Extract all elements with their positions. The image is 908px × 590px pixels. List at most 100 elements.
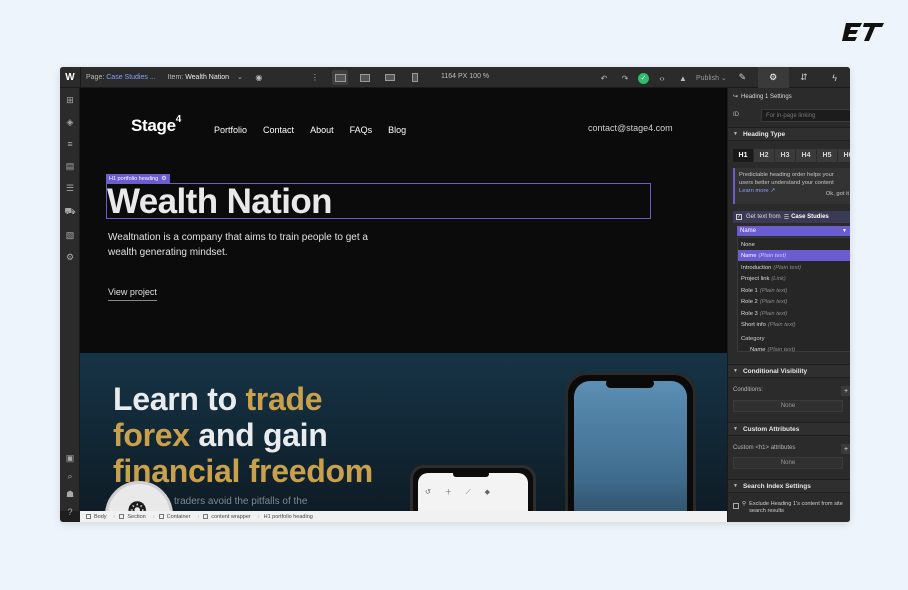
add-panel-icon[interactable]: ⊞ xyxy=(64,94,76,106)
id-field[interactable]: For in-page linking xyxy=(761,109,850,122)
view-project-link[interactable]: View project xyxy=(108,287,157,301)
navigator-icon[interactable]: ≡ xyxy=(64,138,76,150)
field-option[interactable]: Project link (Link) xyxy=(738,273,850,284)
project-preview-section[interactable]: Learn to trade forex and gain financial … xyxy=(80,353,727,511)
checkbox-checked-icon[interactable]: ✓ xyxy=(736,214,742,220)
heading-settings-title: ↪ Heading 1 Settings xyxy=(733,94,792,100)
ok-got-it-button[interactable]: Ok, got it xyxy=(826,190,849,198)
breadcrumb-content-wrapper[interactable]: content wrapper › xyxy=(203,514,263,520)
mobile-icon[interactable] xyxy=(407,70,423,85)
add-condition-button[interactable]: + xyxy=(841,386,850,396)
custom-attributes-section[interactable]: ▼ Custom Attributes xyxy=(728,422,850,436)
desktop-base-icon[interactable] xyxy=(357,70,373,85)
site-logo[interactable]: Stage4 xyxy=(131,114,181,136)
custom-attributes-label: Custom <h1> attributes xyxy=(733,445,796,451)
more-vertical-icon[interactable]: ⋮ xyxy=(307,69,323,85)
caret-down-icon: ▼ xyxy=(733,426,738,432)
nav-link-about[interactable]: About xyxy=(310,125,334,135)
left-tool-rail: ⊞ ◈ ≡ ▤ ☰ ⛟ ▧ ⚙ ▣ ⌕ ☗ ? xyxy=(60,88,80,517)
h4-button[interactable]: H4 xyxy=(796,149,817,162)
element-settings-icon[interactable]: ⚙ xyxy=(161,175,166,182)
heading-order-tip: Predictable heading order helps your use… xyxy=(733,168,850,204)
h1-button[interactable]: H1 xyxy=(733,149,754,162)
video-tutorial-icon[interactable]: ▣ xyxy=(64,452,76,464)
search-icon[interactable]: ⌕ xyxy=(64,470,76,482)
breadcrumb-portfolio-heading[interactable]: H1 portfolio heading xyxy=(264,514,313,520)
help-icon[interactable]: ? xyxy=(64,506,76,518)
webflow-designer-window: W Page: Case Studies ... Item: Wealth Na… xyxy=(60,67,850,522)
users-icon[interactable]: ☗ xyxy=(64,488,76,500)
h5-button[interactable]: H5 xyxy=(817,149,838,162)
design-canvas[interactable]: Stage4 Portfolio Contact About FAQs Blog… xyxy=(80,88,727,511)
item-selector[interactable]: Item: Wealth Nation ⌄ xyxy=(168,73,243,81)
hero-heading[interactable]: Wealth Nation xyxy=(107,184,333,220)
caret-down-icon: ▼ xyxy=(733,483,738,489)
share-icon[interactable]: ▲ xyxy=(675,70,691,86)
field-option[interactable]: Name (Plain text) xyxy=(738,250,850,261)
field-option[interactable]: Introduction (Plain text) xyxy=(738,262,850,273)
check-icon[interactable]: ✓ xyxy=(638,72,649,84)
conditions-value: None xyxy=(733,400,843,412)
symbols-cube-icon[interactable]: ◈ xyxy=(64,116,76,128)
caret-down-icon: ▼ xyxy=(733,131,738,137)
cms-field-select[interactable]: Name ▼ xyxy=(737,226,850,236)
breadcrumb-section[interactable]: Section › xyxy=(119,514,158,520)
style-brush-icon[interactable]: ✎ xyxy=(727,67,758,88)
breadcrumb: Body › Section › Container › content wrappe… xyxy=(80,511,727,522)
undo-icon[interactable]: ↶ xyxy=(596,70,612,86)
breadcrumb-container[interactable]: Container › xyxy=(158,514,204,520)
field-group-category: Category xyxy=(741,335,765,342)
exclude-from-search-option[interactable]: ⚲ Exclude Heading 1's content from site … xyxy=(733,501,850,515)
h2-button[interactable]: H2 xyxy=(754,149,775,162)
breadcrumb-body[interactable]: Body › xyxy=(86,514,119,520)
add-attribute-button[interactable]: + xyxy=(841,444,850,454)
h3-button[interactable]: H3 xyxy=(775,149,796,162)
heading-type-section[interactable]: ▼ Heading Type xyxy=(728,127,850,141)
learn-more-link[interactable]: Learn more ↗ xyxy=(739,188,775,194)
page-selector[interactable]: Page: Case Studies ... xyxy=(86,74,156,81)
h6-button[interactable]: H6 xyxy=(838,149,850,162)
ecommerce-cart-icon[interactable]: ⛟ xyxy=(64,206,76,218)
nav-link-contact[interactable]: Contact xyxy=(263,125,294,135)
interactions-icon[interactable]: ⇵ xyxy=(789,67,820,88)
nav-link-faqs[interactable]: FAQs xyxy=(350,125,373,135)
webflow-logo-icon[interactable]: W xyxy=(60,67,81,88)
get-text-from-cms[interactable]: ✓ Get text from ☰ Case Studies xyxy=(733,211,850,223)
field-option[interactable]: Short info (Plain text) xyxy=(738,319,850,330)
cms-field-dropdown: None Name (Plain text) Introduction (Plain… xyxy=(737,237,850,355)
conditional-visibility-section[interactable]: ▼ Conditional Visibility xyxy=(728,364,850,378)
settings-gear-icon[interactable]: ⚙ xyxy=(64,251,76,263)
hero-description[interactable]: Wealtnation is a company that aims to tr… xyxy=(108,230,378,260)
breakpoint-selector xyxy=(332,70,423,85)
publish-button[interactable]: Publish ⌄ xyxy=(696,74,727,82)
tablet-icon[interactable] xyxy=(382,70,398,85)
field-option[interactable]: Role 2 (Plain text) xyxy=(738,296,850,307)
code-icon[interactable]: ‹› xyxy=(654,70,670,86)
lightning-icon[interactable]: ϟ xyxy=(819,67,850,88)
database-icon: ☰ xyxy=(783,214,790,221)
field-option[interactable]: None xyxy=(738,239,850,250)
promo-line-1: Learn to trade xyxy=(113,381,323,417)
search-index-section[interactable]: ▼ Search Index Settings xyxy=(728,479,850,493)
checkbox-unchecked-icon[interactable] xyxy=(733,503,739,509)
assets-image-icon[interactable]: ▧ xyxy=(64,229,76,241)
field-option[interactable]: Role 1 (Plain text) xyxy=(738,285,850,296)
heading-level-buttons: H1 H2 H3 H4 H5 H6 xyxy=(733,149,850,162)
chevron-down-icon: ⌄ xyxy=(236,74,243,81)
eye-icon[interactable]: ◉ xyxy=(251,69,267,85)
pages-icon[interactable]: ▤ xyxy=(64,160,76,172)
selected-element-label: H1 portfolio heading xyxy=(109,175,159,182)
site-nav: Portfolio Contact About FAQs Blog xyxy=(214,125,422,135)
contact-email-link[interactable]: contact@stage4.com xyxy=(588,123,673,133)
desktop-breakpoint-icon[interactable] xyxy=(332,70,348,85)
item-value: Wealth Nation xyxy=(185,74,230,81)
nav-link-portfolio[interactable]: Portfolio xyxy=(214,125,247,135)
nav-link-blog[interactable]: Blog xyxy=(388,125,406,135)
item-label: Item: xyxy=(167,74,184,81)
cms-database-icon[interactable]: ☰ xyxy=(64,182,76,194)
field-option[interactable]: Role 3 (Plain text) xyxy=(738,308,850,319)
settings-gear-icon[interactable]: ⚙ xyxy=(757,67,789,88)
custom-attributes-value: None xyxy=(733,457,843,469)
redo-icon[interactable]: ↷ xyxy=(617,70,633,86)
field-option[interactable]: Name (Plain text) xyxy=(738,344,850,355)
